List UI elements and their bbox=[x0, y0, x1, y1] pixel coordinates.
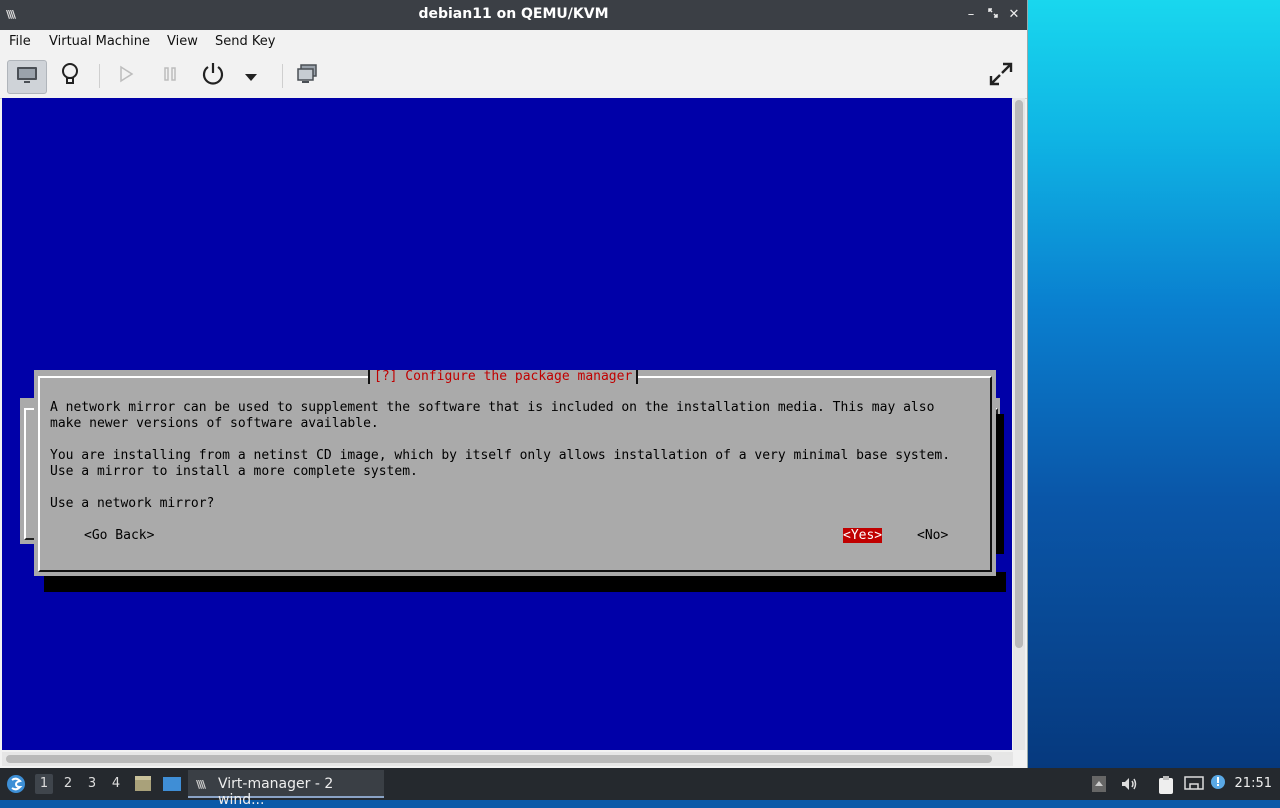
menu-view[interactable]: View bbox=[167, 34, 198, 49]
notification-icon[interactable] bbox=[1209, 773, 1227, 791]
dialog-text-line: Use a mirror to install a more complete … bbox=[50, 464, 418, 479]
close-icon[interactable]: ✕ bbox=[1005, 6, 1023, 24]
run-button[interactable] bbox=[107, 60, 145, 92]
dialog-text-line: You are installing from a netinst CD ima… bbox=[50, 448, 951, 463]
desktop-icon[interactable] bbox=[162, 775, 181, 793]
pause-icon bbox=[162, 65, 178, 87]
chevron-down-icon bbox=[245, 67, 257, 86]
network-icon[interactable] bbox=[1184, 775, 1204, 793]
go-back-button[interactable]: <Go Back> bbox=[84, 528, 154, 543]
dialog-title: [?] Configure the package manager bbox=[368, 370, 639, 386]
taskbar-task-virt-manager[interactable]: \\\\ Virt-manager - 2 wind... bbox=[188, 770, 384, 808]
details-button[interactable] bbox=[51, 60, 89, 92]
vertical-scrollbar[interactable] bbox=[1013, 98, 1025, 750]
menu-send-key[interactable]: Send Key bbox=[215, 34, 275, 49]
dialog-text-line: A network mirror can be used to suppleme… bbox=[50, 400, 935, 415]
workspace-2[interactable]: 2 bbox=[59, 776, 77, 791]
file-manager-icon[interactable] bbox=[134, 775, 152, 793]
workspace-3[interactable]: 3 bbox=[83, 776, 101, 791]
pause-button[interactable] bbox=[151, 60, 189, 92]
maximize-icon[interactable] bbox=[984, 6, 1002, 24]
power-icon bbox=[201, 62, 225, 90]
volume-icon[interactable] bbox=[1120, 775, 1138, 793]
window-title: debian11 on QEMU/KVM bbox=[418, 6, 609, 22]
clock: 21:51 bbox=[1234, 776, 1272, 791]
menu-bar: File Virtual Machine View Send Key bbox=[0, 30, 1027, 54]
console-button[interactable] bbox=[7, 60, 47, 94]
monitor-icon bbox=[16, 65, 38, 89]
task-label: Virt-manager - 2 wind... bbox=[218, 776, 334, 808]
tray-arrow-icon[interactable] bbox=[1091, 775, 1109, 793]
shutdown-button[interactable] bbox=[194, 60, 232, 92]
fullscreen-icon bbox=[988, 61, 1014, 91]
toolbar bbox=[0, 54, 1027, 99]
dialog-text-line: make newer versions of software availabl… bbox=[50, 416, 379, 431]
menu-file[interactable]: File bbox=[9, 34, 31, 49]
dialog-question: Use a network mirror? bbox=[50, 496, 215, 511]
snapshots-button[interactable] bbox=[288, 60, 326, 92]
clipboard-icon[interactable] bbox=[1157, 775, 1175, 794]
start-menu-icon[interactable] bbox=[6, 774, 25, 793]
title-bar[interactable]: \\\\ debian11 on QEMU/KVM – ✕ bbox=[0, 0, 1027, 30]
virt-manager-icon: \\\\ bbox=[196, 778, 206, 791]
menu-virtual-machine[interactable]: Virtual Machine bbox=[49, 34, 150, 49]
workspace-1[interactable]: 1 bbox=[35, 774, 53, 794]
installer-dialog: [?] Configure the package manager A netw… bbox=[34, 370, 996, 576]
lightbulb-icon bbox=[60, 62, 80, 90]
workspace-4[interactable]: 4 bbox=[107, 776, 125, 791]
horizontal-scrollbar[interactable] bbox=[2, 752, 1013, 766]
screenshot-icon bbox=[296, 64, 318, 88]
minimize-icon[interactable]: – bbox=[962, 6, 980, 24]
shutdown-menu-button[interactable] bbox=[233, 60, 269, 92]
no-button[interactable]: <No> bbox=[917, 528, 948, 543]
taskbar: 1 2 3 4 \\\\ Virt-manager - 2 wind... 21… bbox=[0, 768, 1280, 808]
yes-button[interactable]: <Yes> bbox=[843, 528, 883, 543]
virt-viewer-window: \\\\ debian11 on QEMU/KVM – ✕ File Virtu… bbox=[0, 0, 1028, 768]
vm-display[interactable]: [?] Configure the package manager A netw… bbox=[2, 98, 1012, 750]
fullscreen-button[interactable] bbox=[982, 60, 1020, 92]
play-icon bbox=[118, 65, 134, 87]
